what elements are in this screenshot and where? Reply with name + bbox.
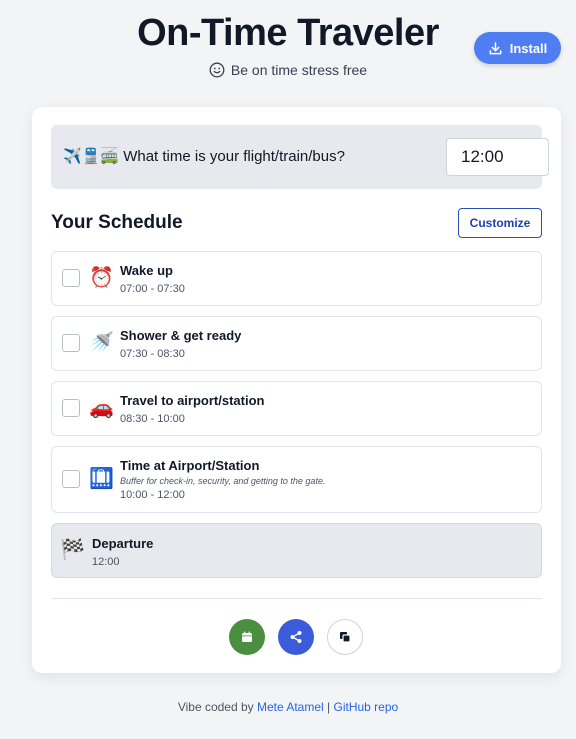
item-time: 07:00 - 07:30 <box>120 283 185 295</box>
checkbox[interactable] <box>62 334 80 352</box>
item-time: 10:00 - 12:00 <box>120 489 185 501</box>
departure-time-panel: ✈️🚆🚎 What time is your flight/train/bus? <box>51 125 549 189</box>
share-button[interactable] <box>278 619 314 655</box>
item-title: Departure <box>92 536 154 551</box>
baggage-claim-icon: 🛄 <box>89 468 114 490</box>
smile-icon <box>209 62 225 78</box>
checkbox[interactable] <box>62 399 80 417</box>
download-icon <box>489 41 502 54</box>
footer-separator: | <box>323 700 334 714</box>
checkered-flag-icon: 🏁 <box>60 539 85 561</box>
item-time: 12:00 <box>92 556 120 568</box>
footer-prefix: Vibe coded by <box>177 700 257 714</box>
subtitle-text: Be on time stress free <box>230 62 368 78</box>
app-subtitle: Be on time stress free <box>0 62 576 78</box>
item-time: 08:30 - 10:00 <box>120 413 185 425</box>
checkbox[interactable] <box>62 470 80 488</box>
install-button[interactable]: Install <box>474 32 561 64</box>
schedule-item-wake-up: ⏰ Wake up 07:00 - 07:30 <box>51 251 542 306</box>
question-text: What time is your flight/train/bus? <box>123 148 345 165</box>
schedule-item-departure: 🏁 Departure 12:00 <box>51 523 542 578</box>
shower-icon: 🚿 <box>89 332 114 354</box>
schedule-item-shower: 🚿 Shower & get ready 07:30 - 08:30 <box>51 316 542 371</box>
header: On-Time Traveler Be on time stress free … <box>0 0 576 100</box>
schedule-card: ✈️🚆🚎 What time is your flight/train/bus?… <box>32 107 561 673</box>
github-repo-link[interactable]: GitHub repo <box>333 700 398 714</box>
copy-button[interactable] <box>327 619 363 655</box>
item-title: Wake up <box>120 263 173 278</box>
transport-emojis: ✈️🚆🚎 <box>63 148 120 165</box>
question-label: ✈️🚆🚎 What time is your flight/train/bus? <box>63 147 345 165</box>
item-title: Shower & get ready <box>120 328 242 343</box>
add-to-calendar-button[interactable] <box>229 619 265 655</box>
copy-icon <box>340 632 351 643</box>
footer: Vibe coded by Mete Atamel | GitHub repo <box>0 700 576 714</box>
departure-time-input[interactable] <box>446 138 549 176</box>
schedule-title: Your Schedule <box>51 212 183 233</box>
item-note: Buffer for check-in, security, and getti… <box>120 476 326 486</box>
alarm-clock-icon: ⏰ <box>89 267 114 289</box>
customize-button[interactable]: Customize <box>458 208 542 238</box>
schedule-item-travel: 🚗 Travel to airport/station 08:30 - 10:0… <box>51 381 542 436</box>
divider <box>51 598 542 599</box>
schedule-item-airport: 🛄 Time at Airport/Station Buffer for che… <box>51 446 542 513</box>
install-label: Install <box>509 40 548 56</box>
checkbox[interactable] <box>62 269 80 287</box>
car-icon: 🚗 <box>89 397 114 419</box>
item-time: 07:30 - 08:30 <box>120 348 185 360</box>
share-icon <box>290 631 302 643</box>
item-title: Travel to airport/station <box>120 393 265 408</box>
item-title: Time at Airport/Station <box>120 458 260 473</box>
calendar-icon <box>242 631 252 642</box>
author-link[interactable]: Mete Atamel <box>257 700 324 714</box>
